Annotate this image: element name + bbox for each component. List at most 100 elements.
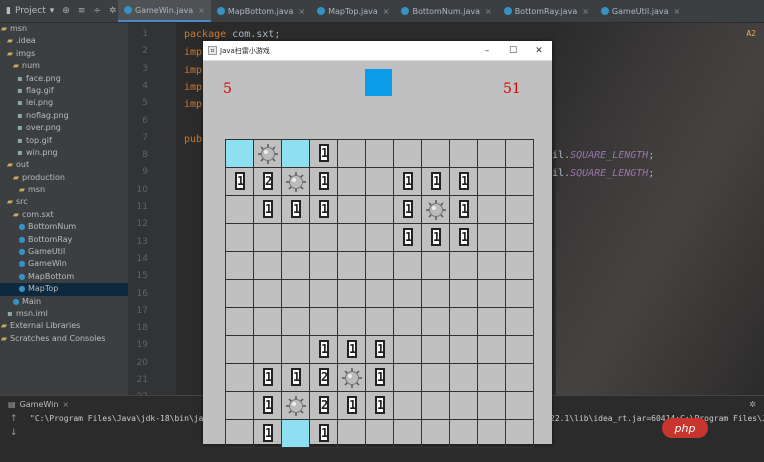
grid-cell[interactable] xyxy=(394,140,422,168)
editor-tab[interactable]: BottomNum.java × xyxy=(395,0,497,22)
grid-cell[interactable] xyxy=(394,364,422,392)
grid-cell[interactable]: 1 xyxy=(394,196,422,224)
grid-cell[interactable]: 1 xyxy=(450,196,478,224)
tree-item[interactable]: ▰ num xyxy=(0,60,128,72)
grid-cell[interactable] xyxy=(506,140,534,168)
grid-cell[interactable] xyxy=(450,140,478,168)
grid-cell[interactable]: 1 xyxy=(394,224,422,252)
run-tab[interactable]: ▤ GameWin × xyxy=(8,400,69,409)
grid-cell[interactable] xyxy=(338,420,366,448)
grid-cell[interactable] xyxy=(478,308,506,336)
grid-cell[interactable] xyxy=(450,336,478,364)
editor-tab[interactable]: BottomRay.java × xyxy=(498,0,595,22)
flag-cell[interactable] xyxy=(226,140,254,168)
grid-cell[interactable] xyxy=(422,420,450,448)
tree-item[interactable]: ▰ External Libraries xyxy=(0,320,128,332)
mine-cell[interactable] xyxy=(338,364,366,392)
grid-cell[interactable] xyxy=(338,168,366,196)
grid-cell[interactable]: 1 xyxy=(338,336,366,364)
grid-cell[interactable] xyxy=(254,224,282,252)
grid-cell[interactable] xyxy=(282,280,310,308)
grid-cell[interactable] xyxy=(366,280,394,308)
mine-cell[interactable] xyxy=(422,196,450,224)
grid-cell[interactable] xyxy=(282,308,310,336)
flag-cell[interactable] xyxy=(282,140,310,168)
grid-cell[interactable] xyxy=(338,252,366,280)
tree-item[interactable]: ▰ com.sxt xyxy=(0,209,128,221)
grid-cell[interactable]: 2 xyxy=(254,168,282,196)
grid-cell[interactable] xyxy=(338,308,366,336)
editor-tab[interactable]: GameWin.java × xyxy=(118,0,211,22)
grid-cell[interactable] xyxy=(478,224,506,252)
grid-cell[interactable] xyxy=(310,252,338,280)
grid-cell[interactable] xyxy=(478,168,506,196)
close-icon[interactable]: × xyxy=(485,7,492,16)
grid-cell[interactable] xyxy=(506,224,534,252)
grid-cell[interactable] xyxy=(310,280,338,308)
grid-cell[interactable] xyxy=(394,252,422,280)
face-button[interactable] xyxy=(365,69,392,96)
grid-cell[interactable]: 1 xyxy=(226,168,254,196)
grid-cell[interactable] xyxy=(478,336,506,364)
tree-item[interactable]: ▪ lei.png xyxy=(0,97,128,109)
grid-cell[interactable] xyxy=(226,308,254,336)
grid-cell[interactable] xyxy=(478,252,506,280)
grid-cell[interactable] xyxy=(506,420,534,448)
tree-item[interactable]: ● Main xyxy=(0,296,128,308)
minimize-button[interactable]: – xyxy=(474,46,500,56)
grid-cell[interactable]: 1 xyxy=(394,168,422,196)
grid-cell[interactable] xyxy=(478,140,506,168)
tree-item[interactable]: ▰ .idea xyxy=(0,35,128,47)
arrow-down-icon[interactable]: ↓ xyxy=(10,428,18,438)
grid-cell[interactable] xyxy=(226,392,254,420)
grid-cell[interactable] xyxy=(478,420,506,448)
warning-indicator[interactable]: A2 xyxy=(746,29,756,38)
tree-item[interactable]: ● BottomRay xyxy=(0,234,128,246)
grid-cell[interactable] xyxy=(394,336,422,364)
grid-cell[interactable] xyxy=(478,280,506,308)
tree-item[interactable]: ▰ production xyxy=(0,172,128,184)
grid-cell[interactable] xyxy=(282,224,310,252)
grid-cell[interactable] xyxy=(450,420,478,448)
grid-cell[interactable] xyxy=(450,364,478,392)
grid-cell[interactable] xyxy=(506,196,534,224)
grid-cell[interactable] xyxy=(506,336,534,364)
gear-icon[interactable]: ✲ xyxy=(109,6,117,16)
grid-cell[interactable] xyxy=(478,392,506,420)
tree-item[interactable]: ● MapBottom xyxy=(0,271,128,283)
grid-cell[interactable] xyxy=(366,420,394,448)
grid-cell[interactable] xyxy=(422,392,450,420)
grid-cell[interactable] xyxy=(366,308,394,336)
grid-cell[interactable] xyxy=(282,252,310,280)
grid-cell[interactable] xyxy=(506,252,534,280)
grid-cell[interactable]: 1 xyxy=(366,364,394,392)
grid-cell[interactable]: 1 xyxy=(254,364,282,392)
grid-cell[interactable] xyxy=(394,280,422,308)
tree-item[interactable]: ● MapTop xyxy=(0,283,128,296)
tree-item[interactable]: ▪ win.png xyxy=(0,147,128,159)
arrow-up-icon[interactable]: ↑ xyxy=(10,414,18,424)
grid-cell[interactable] xyxy=(366,140,394,168)
grid-cell[interactable]: 1 xyxy=(282,364,310,392)
grid-cell[interactable]: 1 xyxy=(422,224,450,252)
grid-cell[interactable]: 1 xyxy=(254,420,282,448)
grid-cell[interactable]: 1 xyxy=(450,168,478,196)
grid-cell[interactable] xyxy=(366,224,394,252)
grid-cell[interactable] xyxy=(394,308,422,336)
grid-cell[interactable] xyxy=(422,280,450,308)
grid-cell[interactable] xyxy=(366,252,394,280)
flag-cell[interactable] xyxy=(282,420,310,448)
editor-tab[interactable]: GameUtil.java × xyxy=(595,0,686,22)
gear-icon[interactable]: ✲ xyxy=(749,400,756,409)
grid-cell[interactable] xyxy=(422,140,450,168)
grid-cell[interactable]: 1 xyxy=(310,140,338,168)
grid-cell[interactable] xyxy=(226,252,254,280)
grid-cell[interactable] xyxy=(254,308,282,336)
grid-cell[interactable]: 1 xyxy=(366,336,394,364)
grid-cell[interactable] xyxy=(506,364,534,392)
grid-cell[interactable] xyxy=(226,224,254,252)
grid-cell[interactable] xyxy=(450,252,478,280)
grid-cell[interactable] xyxy=(366,196,394,224)
editor-tab[interactable]: MapBottom.java × xyxy=(211,0,311,22)
grid-cell[interactable] xyxy=(254,336,282,364)
